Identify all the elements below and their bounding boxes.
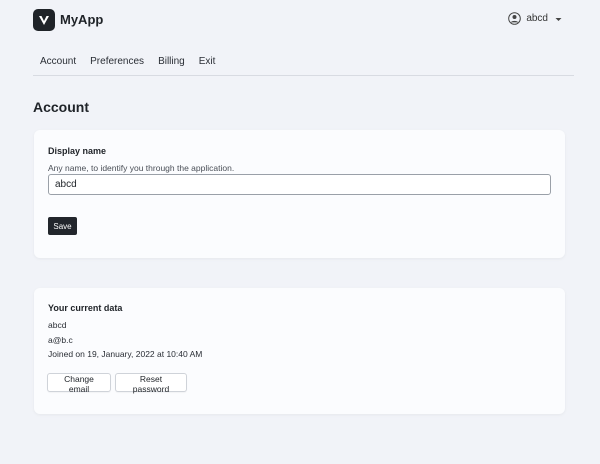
display-name-hint: Any name, to identify you through the ap… (48, 163, 235, 173)
nav-item-preferences[interactable]: Preferences (90, 50, 144, 75)
joined-date: Joined on 19, January, 2022 at 10:40 AM (48, 349, 203, 359)
page: MyApp abcd Account Preferences Billing E… (0, 0, 600, 464)
app-name: MyApp (60, 12, 104, 27)
current-data-heading: Your current data (48, 303, 123, 313)
current-data-card: Your current data abcd a@b.c Joined on 1… (34, 288, 565, 414)
app-logo-icon[interactable] (33, 9, 55, 31)
top-bar: MyApp abcd (0, 0, 600, 42)
user-menu-username: abcd (526, 13, 548, 24)
user-circle-icon (508, 12, 522, 25)
display-name-card: Display name Any name, to identify you t… (34, 130, 565, 258)
change-email-button[interactable]: Change email (47, 373, 111, 394)
main-nav: Account Preferences Billing Exit (33, 50, 574, 76)
nav-item-exit[interactable]: Exit (199, 50, 216, 75)
nav-item-billing[interactable]: Billing (158, 50, 185, 75)
user-menu[interactable]: abcd (508, 12, 562, 25)
nav-item-account[interactable]: Account (40, 50, 76, 75)
display-name-input[interactable] (48, 174, 551, 195)
reset-password-button[interactable]: Reset password (115, 373, 187, 394)
current-name: abcd (48, 320, 67, 330)
save-button[interactable]: Save (48, 217, 77, 235)
display-name-heading: Display name (48, 146, 107, 156)
page-title: Account (33, 99, 89, 115)
chevron-down-icon (555, 15, 562, 22)
current-email: a@b.c (48, 335, 73, 345)
